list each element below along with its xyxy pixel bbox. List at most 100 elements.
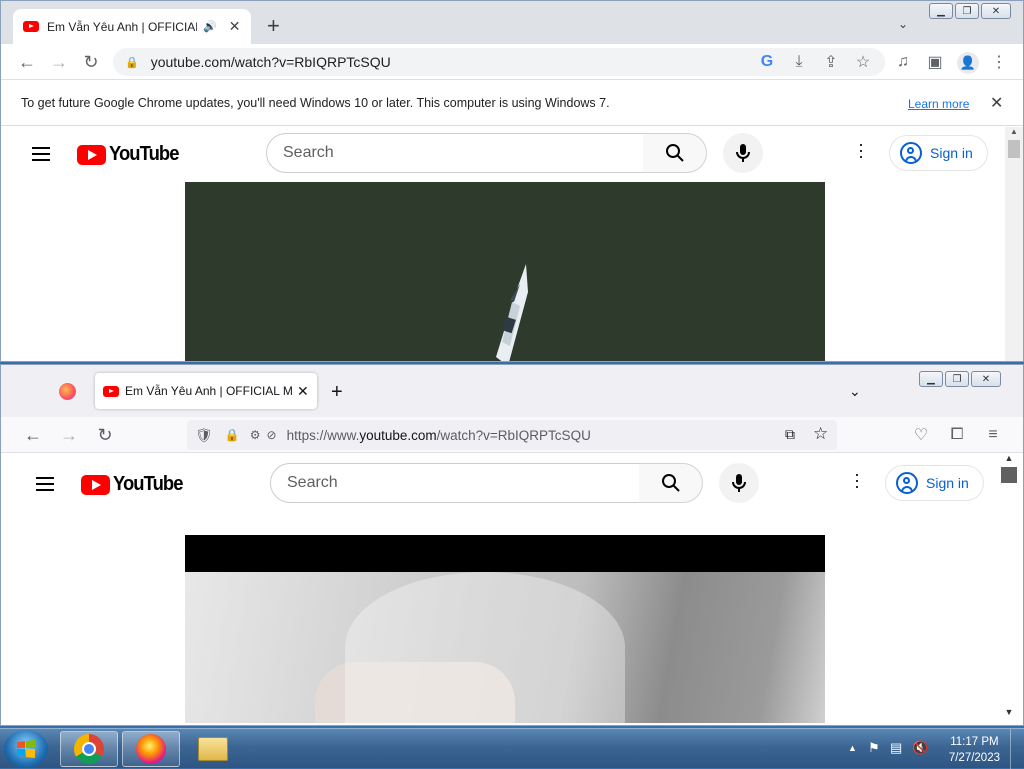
reload-icon[interactable]: ↻ xyxy=(95,425,115,445)
scroll-up-arrow[interactable]: ▲ xyxy=(997,453,1021,463)
window-close-button[interactable]: ✕ xyxy=(981,3,1011,19)
firefox-menu-icon[interactable]: ≡ xyxy=(983,425,1003,445)
firefox-scrollbar[interactable]: ▲ ▼ xyxy=(997,453,1021,721)
volume-muted-icon[interactable]: 🔇 xyxy=(912,740,928,756)
menu-hamburger-icon[interactable] xyxy=(36,477,54,491)
scroll-thumb[interactable] xyxy=(1001,467,1017,483)
picture-in-picture-icon[interactable]: ⧉ xyxy=(785,426,795,443)
search-input[interactable]: Search xyxy=(266,133,644,173)
profile-avatar-icon[interactable]: 👤 xyxy=(957,52,979,74)
share-icon[interactable]: ⇪ xyxy=(821,52,841,72)
menu-hamburger-icon[interactable] xyxy=(32,147,50,161)
video-frame-figure xyxy=(345,572,625,723)
youtube-logo-text: YouTube xyxy=(109,143,179,165)
windows-logo-icon xyxy=(17,740,35,758)
pocket-icon[interactable]: ♡ xyxy=(911,425,931,445)
new-tab-button[interactable]: + xyxy=(331,381,343,404)
minimize-button[interactable]: ▁ xyxy=(929,3,953,19)
action-center-icon[interactable]: ⚑ xyxy=(868,740,880,756)
new-tab-button[interactable]: + xyxy=(267,13,280,39)
search-input[interactable]: Search xyxy=(270,463,640,503)
taskbar-explorer[interactable] xyxy=(184,731,242,767)
maximize-button[interactable]: ❐ xyxy=(955,3,979,19)
youtube-logo[interactable]: YouTube xyxy=(77,143,185,166)
clock[interactable]: 11:17 PM 7/27/2023 xyxy=(949,734,1000,766)
show-desktop-button[interactable] xyxy=(1010,729,1024,769)
google-icon[interactable]: G xyxy=(757,52,777,72)
extensions-icon[interactable]: ⧠ xyxy=(947,425,967,445)
microphone-icon xyxy=(732,474,746,492)
tab-close-icon[interactable]: ✕ xyxy=(297,383,309,400)
search-button[interactable] xyxy=(639,463,703,503)
voice-search-button[interactable] xyxy=(719,463,759,503)
settings-dots-icon[interactable]: · · · xyxy=(854,465,860,495)
youtube-play-icon xyxy=(77,144,106,165)
tab-close-icon[interactable]: ✕ xyxy=(229,18,241,35)
tab-title: Em Vẫn Yêu Anh | OFFICIAL MUSIC VIDEO xyxy=(47,19,197,34)
forward-icon[interactable]: → xyxy=(59,425,79,445)
install-icon[interactable]: ⤓ xyxy=(789,52,809,72)
clock-time: 11:17 PM xyxy=(950,736,999,748)
maximize-button[interactable]: ❐ xyxy=(945,371,969,387)
account-icon xyxy=(900,142,922,164)
sign-in-label: Sign in xyxy=(930,145,973,161)
taskbar-firefox[interactable] xyxy=(122,731,180,767)
video-player[interactable] xyxy=(185,572,825,723)
update-infobar: To get future Google Chrome updates, you… xyxy=(1,81,1023,126)
learn-more-link[interactable]: Learn more xyxy=(908,97,969,111)
bookmark-star-icon[interactable]: ☆ xyxy=(853,52,873,72)
back-icon[interactable]: ← xyxy=(23,425,43,445)
search-placeholder: Search xyxy=(283,144,334,161)
autoplay-blocked-icon[interactable]: ⊘ xyxy=(267,428,277,442)
show-hidden-icons[interactable]: ▲ xyxy=(848,743,857,753)
youtube-logo-text: YouTube xyxy=(113,473,183,495)
media-control-icon[interactable]: ♫ xyxy=(893,52,913,72)
url-text: youtube.com/watch?v=RbIQRPTcSQU xyxy=(150,54,391,70)
reload-icon[interactable]: ↻ xyxy=(81,52,101,72)
taskbar-chrome[interactable] xyxy=(60,731,118,767)
list-all-tabs-icon[interactable]: ⌄ xyxy=(849,383,861,400)
forward-icon[interactable]: → xyxy=(49,52,69,72)
start-button[interactable] xyxy=(4,730,48,768)
tab-title: Em Vẫn Yêu Anh | OFFICIAL MUSIC VIDEO xyxy=(125,384,293,398)
scroll-up-arrow[interactable]: ▲ xyxy=(1005,127,1023,136)
bookmark-star-icon[interactable]: ☆ xyxy=(813,424,828,444)
sign-in-button[interactable]: Sign in xyxy=(885,465,984,501)
chrome-scrollbar[interactable]: ▲ xyxy=(1005,127,1023,361)
chrome-toolbar: ← → ↻ 🔒 youtube.com/watch?v=RbIQRPTcSQU … xyxy=(1,44,1023,80)
chrome-page-content: YouTube Search · · · Sign in xyxy=(1,127,1005,361)
youtube-header: YouTube Search · · · Sign in xyxy=(1,453,995,507)
scroll-thumb[interactable] xyxy=(1008,140,1020,158)
tab-search-icon[interactable]: ⌄ xyxy=(898,17,908,31)
speaker-icon[interactable]: 🔊 xyxy=(203,20,217,33)
search-icon xyxy=(661,474,680,492)
youtube-favicon-icon xyxy=(23,21,39,32)
firefox-tabstrip: Em Vẫn Yêu Anh | OFFICIAL MUSIC VIDEO ✕ … xyxy=(1,365,1023,417)
sign-in-button[interactable]: Sign in xyxy=(889,135,988,171)
network-icon[interactable]: ▤ xyxy=(890,740,902,756)
window-close-button[interactable]: ✕ xyxy=(971,371,1001,387)
settings-dots-icon[interactable]: · · · xyxy=(858,135,864,165)
side-panel-icon[interactable]: ▣ xyxy=(925,52,945,72)
firefox-tab-youtube[interactable]: Em Vẫn Yêu Anh | OFFICIAL MUSIC VIDEO ✕ xyxy=(95,373,317,409)
firefox-icon xyxy=(136,734,166,764)
video-player[interactable] xyxy=(185,182,825,361)
tracking-shield-icon[interactable]: 🛡 xyxy=(195,427,213,444)
chrome-menu-icon[interactable]: ⋮ xyxy=(989,52,1009,72)
lock-icon[interactable]: 🔒 xyxy=(225,428,240,442)
chrome-tab-youtube[interactable]: Em Vẫn Yêu Anh | OFFICIAL MUSIC VIDEO 🔊 … xyxy=(13,9,251,44)
firefox-view-icon[interactable] xyxy=(59,383,76,400)
permissions-icon[interactable]: ⚙ xyxy=(250,428,261,442)
search-button[interactable] xyxy=(643,133,707,173)
search-placeholder: Search xyxy=(287,474,338,491)
address-bar[interactable]: 🛡 🔒 ⚙ ⊘ https://www.youtube.com/watch?v=… xyxy=(187,420,837,450)
infobar-close-icon[interactable]: ✕ xyxy=(990,93,1003,113)
chrome-tabstrip: Em Vẫn Yêu Anh | OFFICIAL MUSIC VIDEO 🔊 … xyxy=(1,1,1023,44)
back-icon[interactable]: ← xyxy=(17,52,37,72)
minimize-button[interactable]: ▁ xyxy=(919,371,943,387)
youtube-favicon-icon xyxy=(103,385,119,397)
url-text: https://www.youtube.com/watch?v=RbIQRPTc… xyxy=(287,428,591,443)
voice-search-button[interactable] xyxy=(723,133,763,173)
scroll-down-arrow[interactable]: ▼ xyxy=(997,707,1021,717)
youtube-logo[interactable]: YouTube xyxy=(81,473,189,496)
